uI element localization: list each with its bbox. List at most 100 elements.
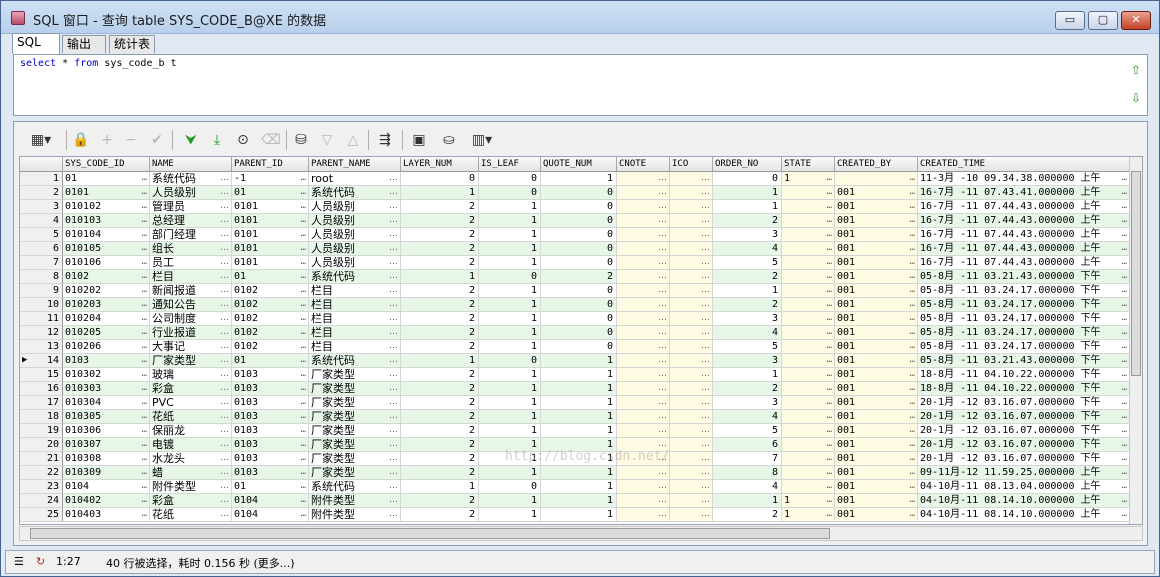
cell-order-no[interactable]: 3 bbox=[713, 354, 782, 368]
cell-editor-button[interactable]: … bbox=[389, 186, 398, 199]
cell-state[interactable]: … bbox=[782, 354, 835, 368]
cell-name[interactable]: 系统代码… bbox=[150, 172, 232, 186]
cell-editor-button[interactable]: … bbox=[701, 256, 710, 269]
cell-state[interactable]: … bbox=[782, 466, 835, 480]
cell-sys-code-id[interactable]: 0104… bbox=[63, 480, 150, 494]
cell-layer-num[interactable]: 2 bbox=[401, 256, 479, 270]
scroll-up-icon[interactable]: ⇧ bbox=[1131, 63, 1141, 77]
cell-editor-button[interactable]: … bbox=[910, 410, 915, 423]
cell-editor-button[interactable]: … bbox=[658, 284, 667, 297]
cell-ico[interactable]: … bbox=[670, 354, 713, 368]
table-row[interactable]: 23 0104… 附件类型… 01… 系统代码… 1 0 1…… 4… 001… 04-10月-11… bbox=[20, 480, 1130, 494]
cell-name[interactable]: 水龙头… bbox=[150, 452, 232, 466]
cell-editor-button[interactable]: … bbox=[389, 494, 398, 507]
cell-editor-button[interactable]: … bbox=[220, 396, 229, 409]
cell-editor-button[interactable]: … bbox=[389, 256, 398, 269]
cell-is-leaf[interactable]: 1 bbox=[479, 284, 541, 298]
cell-editor-button[interactable]: … bbox=[301, 424, 306, 437]
cell-layer-num[interactable]: 2 bbox=[401, 410, 479, 424]
cell-is-leaf[interactable]: 1 bbox=[479, 368, 541, 382]
column-header-is-leaf[interactable]: IS_LEAF bbox=[479, 157, 541, 172]
cell-editor-button[interactable]: … bbox=[827, 396, 832, 409]
cell-layer-num[interactable]: 1 bbox=[401, 270, 479, 284]
cell-ico[interactable]: … bbox=[670, 508, 713, 522]
cell-quote-num[interactable]: 0 bbox=[541, 200, 617, 214]
column-header-parent-name[interactable]: PARENT_NAME bbox=[309, 157, 401, 172]
cell-editor-button[interactable]: … bbox=[301, 354, 306, 367]
cell-editor-button[interactable]: … bbox=[827, 382, 832, 395]
cell-ico[interactable]: … bbox=[670, 214, 713, 228]
cell-editor-button[interactable]: … bbox=[220, 256, 229, 269]
cell-is-leaf[interactable]: 1 bbox=[479, 298, 541, 312]
cell-cnote[interactable]: … bbox=[617, 312, 670, 326]
cell-editor-button[interactable]: … bbox=[1122, 368, 1127, 381]
cell-order-no[interactable]: 2 bbox=[713, 382, 782, 396]
cell-editor-button[interactable]: … bbox=[142, 326, 147, 339]
cell-name[interactable]: 公司制度… bbox=[150, 312, 232, 326]
cell-cnote[interactable]: … bbox=[617, 368, 670, 382]
cell-is-leaf[interactable]: 1 bbox=[479, 382, 541, 396]
cell-editor-button[interactable]: … bbox=[142, 228, 147, 241]
cell-created-by[interactable]: 001… bbox=[835, 396, 918, 410]
cell-editor-button[interactable]: … bbox=[142, 200, 147, 213]
cell-created-by[interactable]: 001… bbox=[835, 466, 918, 480]
table-row[interactable]: 14 ▶ 0103… 厂家类型… 01… 系统代码… 1 0 1…… 3… 001… 05-8月 -1… bbox=[20, 354, 1130, 368]
cell-order-no[interactable]: 0 bbox=[713, 172, 782, 186]
cell-editor-button[interactable]: … bbox=[658, 396, 667, 409]
cell-parent-id[interactable]: 01… bbox=[232, 480, 309, 494]
cell-created-by[interactable]: 001… bbox=[835, 410, 918, 424]
cell-editor-button[interactable]: … bbox=[389, 424, 398, 437]
cell-editor-button[interactable]: … bbox=[701, 396, 710, 409]
cell-editor-button[interactable]: … bbox=[220, 438, 229, 451]
delete-row-icon[interactable]: − bbox=[120, 129, 142, 151]
cell-parent-name[interactable]: 厂家类型… bbox=[309, 438, 401, 452]
cell-parent-name[interactable]: 人员级别… bbox=[309, 228, 401, 242]
cell-editor-button[interactable]: … bbox=[1122, 340, 1127, 353]
cell-editor-button[interactable]: … bbox=[220, 312, 229, 325]
cell-editor-button[interactable]: … bbox=[910, 480, 915, 493]
cell-editor-button[interactable]: … bbox=[827, 410, 832, 423]
cell-quote-num[interactable]: 0 bbox=[541, 284, 617, 298]
cell-is-leaf[interactable]: 0 bbox=[479, 172, 541, 186]
cell-editor-button[interactable]: … bbox=[301, 466, 306, 479]
cell-sys-code-id[interactable]: 010309… bbox=[63, 466, 150, 480]
cell-parent-id[interactable]: 0102… bbox=[232, 340, 309, 354]
cell-name[interactable]: 花纸… bbox=[150, 410, 232, 424]
cell-editor-button[interactable]: … bbox=[1122, 214, 1127, 227]
cell-editor-button[interactable]: … bbox=[827, 438, 832, 451]
cell-state[interactable]: … bbox=[782, 298, 835, 312]
cell-editor-button[interactable]: … bbox=[701, 284, 710, 297]
cell-order-no[interactable]: 1 bbox=[713, 186, 782, 200]
cell-created-time[interactable]: 09-11月-12 11.59.25.000000 上午… bbox=[918, 466, 1130, 480]
cell-editor-button[interactable]: … bbox=[220, 326, 229, 339]
table-row[interactable]: 4 010103… 总经理… 0101… 人员级别… 2 1 0…… 2… 001… 16-7月 -… bbox=[20, 214, 1130, 228]
cell-editor-button[interactable]: … bbox=[389, 382, 398, 395]
cell-order-no[interactable]: 5 bbox=[713, 424, 782, 438]
cell-editor-button[interactable]: … bbox=[701, 312, 710, 325]
table-row[interactable]: 24 010402… 彩盒… 0104… 附件类型… 2 1 1…… 1 1… 001… 04-10月… bbox=[20, 494, 1130, 508]
table-row[interactable]: 6 010105… 组长… 0101… 人员级别… 2 1 0…… 4… 001… 16-7月 -1… bbox=[20, 242, 1130, 256]
cell-parent-name[interactable]: 厂家类型… bbox=[309, 452, 401, 466]
cell-state[interactable]: … bbox=[782, 242, 835, 256]
cell-created-time[interactable]: 18-8月 -11 04.10.22.000000 下午… bbox=[918, 382, 1130, 396]
cell-cnote[interactable]: … bbox=[617, 214, 670, 228]
cell-editor-button[interactable]: … bbox=[910, 256, 915, 269]
cell-editor-button[interactable]: … bbox=[1122, 466, 1127, 479]
cell-editor-button[interactable]: … bbox=[301, 340, 306, 353]
cell-parent-id[interactable]: 0103… bbox=[232, 438, 309, 452]
cell-order-no[interactable]: 1 bbox=[713, 284, 782, 298]
cell-is-leaf[interactable]: 1 bbox=[479, 200, 541, 214]
cell-editor-button[interactable]: … bbox=[142, 410, 147, 423]
table-row[interactable]: 15 010302… 玻璃… 0103… 厂家类型… 2 1 1…… 1… 001… 18-8月 -… bbox=[20, 368, 1130, 382]
cell-created-time[interactable]: 05-8月 -11 03.21.43.000000 下午… bbox=[918, 270, 1130, 284]
cell-editor-button[interactable]: … bbox=[1122, 242, 1127, 255]
cell-created-time[interactable]: 04-10月-11 08.14.10.000000 上午… bbox=[918, 494, 1130, 508]
cell-parent-id[interactable]: 0101… bbox=[232, 242, 309, 256]
tab-output[interactable]: 输出 bbox=[62, 35, 106, 53]
cell-name[interactable]: 大事记… bbox=[150, 340, 232, 354]
cell-editor-button[interactable]: … bbox=[910, 200, 915, 213]
cell-editor-button[interactable]: … bbox=[142, 382, 147, 395]
cell-editor-button[interactable]: … bbox=[1122, 312, 1127, 325]
cell-editor-button[interactable]: … bbox=[910, 494, 915, 507]
cell-order-no[interactable]: 1 bbox=[713, 368, 782, 382]
